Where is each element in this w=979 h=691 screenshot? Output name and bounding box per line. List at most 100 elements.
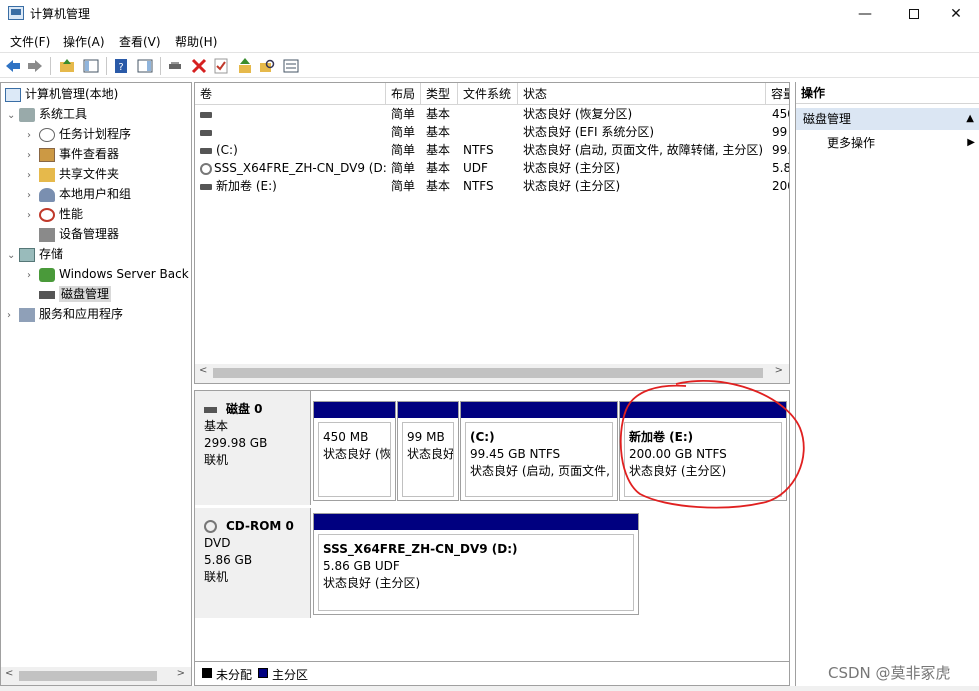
tools-icon (19, 107, 35, 122)
table-row[interactable]: (C:) 简单 基本 NTFS 状态良好 (启动, 页面文件, 故障转储, 主分… (195, 141, 789, 159)
tree-horizontal-scrollbar[interactable]: < > (1, 667, 191, 685)
tree-item-shared-folders[interactable]: › 共享文件夹 (27, 164, 119, 184)
back-arrow-icon[interactable] (4, 57, 22, 75)
column-header-capacity[interactable]: 容量 (766, 83, 789, 105)
scroll-left-icon[interactable]: < (199, 365, 207, 376)
show-hide-tree-icon[interactable] (82, 57, 100, 75)
users-icon (39, 187, 55, 202)
column-header-type[interactable]: 类型 (421, 83, 458, 105)
tree-item-local-users[interactable]: › 本地用户和组 (27, 184, 131, 204)
tree-item-disk-management[interactable]: 磁盘管理 (27, 284, 112, 304)
performance-icon (39, 207, 55, 222)
chevron-down-icon[interactable]: ⌄ (7, 246, 19, 266)
up-folder-icon[interactable] (58, 57, 76, 75)
help-icon[interactable]: ? (112, 57, 130, 75)
drive-icon (200, 111, 212, 118)
toolbar-separator (106, 57, 107, 75)
column-header-status[interactable]: 状态 (518, 83, 766, 105)
cd-drive-icon (204, 520, 217, 533)
delete-icon[interactable] (190, 57, 208, 75)
disk-0-info[interactable]: 磁盘 0 基本 299.98 GB 联机 (195, 391, 311, 505)
event-viewer-icon (39, 147, 55, 162)
partition-recovery[interactable]: 450 MB 状态良好 (恢 (313, 401, 396, 501)
disk-graphical-view: 磁盘 0 基本 299.98 GB 联机 450 MB 状态良好 (恢 99 M… (194, 390, 790, 686)
tree-item-event-viewer[interactable]: › 事件查看器 (27, 144, 119, 164)
partition-d[interactable]: SSS_X64FRE_ZH-CN_DV9 (D:) 5.86 GB UDF 状态… (313, 513, 639, 615)
scroll-right-icon[interactable]: > (177, 668, 185, 679)
drive-icon (200, 129, 212, 136)
tree-item-services-apps[interactable]: › 服务和应用程序 (7, 304, 123, 324)
partition-bar (620, 402, 786, 418)
legend-swatch-primary (258, 668, 268, 678)
chevron-right-icon[interactable]: › (7, 306, 19, 326)
menu-bar: 文件(F) 操作(A) 查看(V) 帮助(H) (0, 30, 979, 52)
partition-c[interactable]: (C:) 99.45 GB NTFS 状态良好 (启动, 页面文件, (460, 401, 618, 501)
partition-bar (461, 402, 617, 418)
scroll-right-icon[interactable]: > (775, 365, 783, 376)
menu-view[interactable]: 查看(V) (119, 33, 161, 50)
export-up-icon[interactable] (236, 57, 254, 75)
partition-efi[interactable]: 99 MB 状态良好 (397, 401, 459, 501)
disk-management-icon (39, 290, 55, 299)
check-icon[interactable] (212, 57, 230, 75)
device-manager-icon (39, 227, 55, 242)
column-header-volume[interactable]: 卷 (195, 83, 386, 105)
services-icon (19, 307, 35, 322)
cdrom-0-info[interactable]: CD-ROM 0 DVD 5.86 GB 联机 (195, 508, 311, 618)
partition-bar (314, 514, 638, 530)
menu-help[interactable]: 帮助(H) (175, 33, 217, 50)
forward-arrow-icon[interactable] (26, 57, 44, 75)
column-header-filesystem[interactable]: 文件系统 (458, 83, 518, 105)
menu-action[interactable]: 操作(A) (63, 33, 105, 50)
scrollbar-thumb[interactable] (213, 368, 763, 378)
more-actions-item[interactable]: 更多操作 (827, 134, 875, 152)
actions-header: 操作 (796, 82, 979, 104)
table-row[interactable]: SSS_X64FRE_ZH-CN_DV9 (D:) 简单 基本 UDF 状态良好… (195, 159, 789, 177)
collapse-up-icon[interactable]: ▲ (966, 108, 974, 130)
tree-item-device-manager[interactable]: 设备管理器 (27, 224, 119, 244)
actions-section-disk-management[interactable]: 磁盘管理 ▲ (796, 108, 979, 130)
table-row[interactable]: 新加卷 (E:) 简单 基本 NTFS 状态良好 (主分区) 200 (195, 177, 789, 195)
backup-icon (39, 267, 55, 282)
menu-file[interactable]: 文件(F) (10, 33, 50, 50)
actions-pane: 操作 磁盘管理 ▲ 更多操作 ▶ (795, 82, 979, 686)
chevron-right-icon[interactable]: › (27, 126, 39, 146)
maximize-icon (909, 9, 919, 19)
volume-list-horizontal-scrollbar[interactable]: < > (195, 364, 789, 383)
show-hide-action-pane-icon[interactable] (136, 57, 154, 75)
toolbar-separator (160, 57, 161, 75)
chevron-right-icon[interactable]: › (27, 146, 39, 166)
tree-item-performance[interactable]: › 性能 (27, 204, 83, 224)
connect-drive-icon[interactable] (166, 57, 184, 75)
chevron-right-icon[interactable]: › (27, 206, 39, 226)
toolbar-separator (50, 57, 51, 75)
maximize-button[interactable] (891, 0, 937, 28)
tree-root[interactable]: 计算机管理(本地) (5, 84, 118, 104)
chevron-down-icon[interactable]: ⌄ (7, 106, 19, 126)
column-header-layout[interactable]: 布局 (386, 83, 421, 105)
table-row[interactable]: 简单 基本 状态良好 (恢复分区) 450 (195, 105, 789, 123)
window-title: 计算机管理 (30, 7, 91, 21)
search-folder-icon[interactable] (258, 57, 276, 75)
close-button[interactable]: ✕ (933, 0, 979, 28)
tree-item-windows-server-backup[interactable]: › Windows Server Back (27, 264, 189, 284)
scrollbar-thumb[interactable] (19, 671, 157, 681)
scroll-left-icon[interactable]: < (5, 668, 13, 679)
storage-icon (19, 247, 35, 262)
tree-item-task-scheduler[interactable]: › 任务计划程序 (27, 124, 131, 144)
status-strip (0, 686, 979, 691)
watermark: CSDN @莫非冢虎 (828, 664, 951, 682)
chevron-right-icon[interactable]: › (27, 186, 39, 206)
properties-icon[interactable] (282, 57, 300, 75)
partition-e[interactable]: 新加卷 (E:) 200.00 GB NTFS 状态良好 (主分区) (619, 401, 787, 501)
svg-text:?: ? (118, 62, 123, 73)
legend: 未分配 主分区 (195, 661, 789, 685)
partition-bar (398, 402, 458, 418)
chevron-right-icon[interactable]: › (27, 266, 39, 286)
minimize-button[interactable]: — (842, 0, 888, 28)
tree-item-storage[interactable]: ⌄ 存储 (7, 244, 63, 264)
chevron-right-icon[interactable]: › (27, 166, 39, 186)
table-row[interactable]: 简单 基本 状态良好 (EFI 系统分区) 99 (195, 123, 789, 141)
submenu-arrow-icon[interactable]: ▶ (967, 134, 975, 152)
tree-item-system-tools[interactable]: ⌄ 系统工具 (7, 104, 87, 124)
